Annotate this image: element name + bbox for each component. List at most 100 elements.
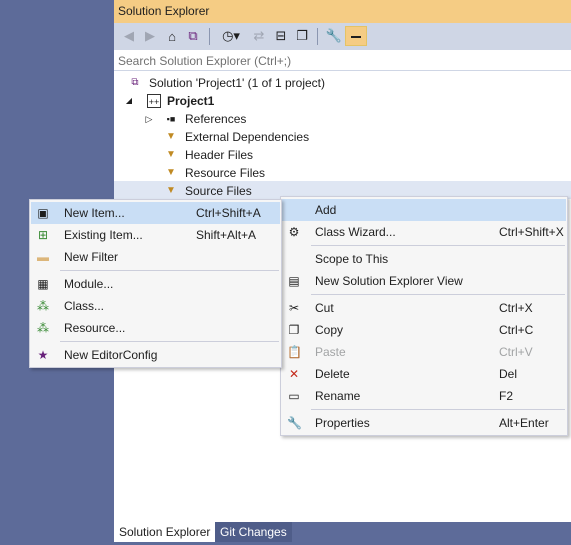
tree-item-label: Header Files bbox=[185, 148, 254, 162]
references-icon: ▪■ bbox=[166, 114, 176, 124]
menu-item-label: New Item... bbox=[64, 206, 125, 220]
menu-separator bbox=[311, 245, 565, 246]
tree-item-label: Source Files bbox=[185, 184, 252, 198]
context-menu: Add ⚙ Class Wizard... Ctrl+Shift+X Scope… bbox=[280, 196, 568, 436]
menu-item-add[interactable]: Add bbox=[282, 199, 566, 221]
menu-item-shortcut: Ctrl+C bbox=[499, 323, 534, 337]
menu-item-label: Existing Item... bbox=[64, 228, 143, 242]
menu-item-label: Copy bbox=[315, 323, 344, 337]
menu-item-class[interactable]: ⁂ Class... bbox=[31, 295, 280, 317]
menu-item-label: Rename bbox=[315, 389, 361, 403]
expanded-arrow-icon[interactable]: ◢ bbox=[122, 94, 136, 108]
menu-separator bbox=[60, 341, 279, 342]
editorconfig-icon: ★ bbox=[37, 348, 49, 362]
menu-item-label: New Filter bbox=[64, 250, 119, 264]
pending-changes-icon[interactable]: ◷▾ bbox=[217, 27, 245, 45]
tree-item-label: References bbox=[185, 112, 247, 126]
menu-item-rename[interactable]: ▭ Rename F2 bbox=[282, 385, 566, 407]
menu-separator bbox=[60, 270, 279, 271]
menu-item-label: Add bbox=[315, 203, 337, 217]
menu-item-shortcut: Ctrl+V bbox=[499, 345, 533, 359]
menu-item-label: New Solution Explorer View bbox=[315, 274, 463, 288]
menu-item-shortcut: Del bbox=[499, 367, 518, 381]
toolbar: ◀ ▶ ⌂ ⧉ ◷▾ ⇄ ⊟ ❐ 🔧 bbox=[114, 23, 571, 50]
preview-selected-icon[interactable] bbox=[345, 26, 367, 46]
menu-item-class-wizard[interactable]: ⚙ Class Wizard... Ctrl+Shift+X bbox=[282, 221, 566, 243]
menu-item-label: Resource... bbox=[64, 321, 126, 335]
copy-icon: ❐ bbox=[288, 323, 300, 337]
menu-item-new-solution-explorer-view[interactable]: ▤ New Solution Explorer View bbox=[282, 270, 566, 292]
tree-solution-label: Solution 'Project1' (1 of 1 project) bbox=[149, 76, 326, 90]
properties-wrench-icon[interactable]: 🔧 bbox=[325, 27, 343, 45]
switch-views-icon[interactable]: ⧉ bbox=[184, 27, 202, 45]
menu-item-shortcut: Ctrl+Shift+X bbox=[499, 225, 564, 239]
class-wizard-icon: ⚙ bbox=[288, 225, 300, 239]
menu-item-properties[interactable]: 🔧 Properties Alt+Enter bbox=[282, 412, 566, 434]
module-icon: ▦ bbox=[37, 277, 49, 291]
panel-title-bar: Solution Explorer bbox=[114, 0, 571, 23]
filter-folder-icon: ▼ bbox=[166, 149, 176, 160]
tree-item-label: Resource Files bbox=[185, 166, 266, 180]
tree-item-label: External Dependencies bbox=[185, 130, 310, 144]
tab-solution-explorer[interactable]: Solution Explorer bbox=[114, 522, 216, 542]
menu-separator bbox=[311, 409, 565, 410]
existing-item-icon: ⊞ bbox=[37, 228, 49, 242]
menu-item-shortcut: F2 bbox=[499, 389, 514, 403]
scissors-icon: ✂ bbox=[288, 301, 300, 315]
menu-item-label: Properties bbox=[315, 416, 370, 430]
resource-icon: ⁂ bbox=[37, 321, 49, 335]
collapse-all-icon[interactable]: ⊟ bbox=[272, 27, 290, 45]
menu-item-label: Class... bbox=[64, 299, 105, 313]
menu-item-label: New EditorConfig bbox=[64, 348, 158, 362]
menu-item-label: Module... bbox=[64, 277, 114, 291]
search-placeholder: Search Solution Explorer (Ctrl+;) bbox=[118, 54, 292, 68]
toolbar-separator bbox=[317, 28, 318, 45]
menu-item-cut[interactable]: ✂ Cut Ctrl+X bbox=[282, 297, 566, 319]
menu-item-module[interactable]: ▦ Module... bbox=[31, 273, 280, 295]
new-item-icon: ▣ bbox=[37, 206, 49, 220]
wrench-icon: 🔧 bbox=[287, 416, 302, 430]
menu-item-new-filter[interactable]: ▬ New Filter bbox=[31, 246, 280, 268]
filter-folder-icon: ▼ bbox=[166, 185, 176, 196]
menu-item-shortcut: Shift+Alt+A bbox=[196, 228, 257, 242]
delete-x-icon: ✕ bbox=[288, 367, 300, 381]
forward-icon[interactable]: ▶ bbox=[141, 27, 159, 45]
menu-item-shortcut: Ctrl+Shift+A bbox=[196, 206, 261, 220]
menu-item-shortcut: Ctrl+X bbox=[499, 301, 533, 315]
tree-project-label: Project1 bbox=[167, 94, 215, 108]
menu-item-scope-to-this[interactable]: Scope to This bbox=[282, 248, 566, 270]
back-icon[interactable]: ◀ bbox=[120, 27, 138, 45]
menu-item-new-editorconfig[interactable]: ★ New EditorConfig bbox=[31, 344, 280, 366]
toolbar-separator bbox=[209, 28, 210, 45]
collapsed-arrow-icon[interactable]: ▷ bbox=[142, 112, 156, 126]
new-view-icon: ▤ bbox=[288, 274, 300, 288]
menu-item-label: Scope to This bbox=[315, 252, 389, 266]
menu-item-shortcut: Alt+Enter bbox=[499, 416, 549, 430]
new-filter-folder-icon: ▬ bbox=[37, 250, 49, 264]
sync-icon[interactable]: ⇄ bbox=[250, 27, 268, 45]
class-icon: ⁂ bbox=[37, 299, 49, 313]
show-all-files-icon[interactable]: ❐ bbox=[293, 27, 311, 45]
home-icon[interactable]: ⌂ bbox=[163, 27, 181, 45]
bottom-tab-strip: Solution Explorer Git Changes bbox=[114, 522, 571, 545]
menu-item-delete[interactable]: ✕ Delete Del bbox=[282, 363, 566, 385]
rename-icon: ▭ bbox=[288, 389, 300, 403]
paste-icon: 📋 bbox=[287, 345, 302, 359]
menu-item-new-item[interactable]: ▣ New Item... Ctrl+Shift+A bbox=[31, 202, 280, 224]
tab-git-changes[interactable]: Git Changes bbox=[215, 522, 292, 542]
menu-item-existing-item[interactable]: ⊞ Existing Item... Shift+Alt+A bbox=[31, 224, 280, 246]
menu-item-paste[interactable]: 📋 Paste Ctrl+V bbox=[282, 341, 566, 363]
add-submenu: ▣ New Item... Ctrl+Shift+A ⊞ Existing It… bbox=[29, 199, 282, 368]
menu-item-label: Cut bbox=[315, 301, 334, 315]
menu-item-label: Delete bbox=[315, 367, 350, 381]
menu-item-copy[interactable]: ❐ Copy Ctrl+C bbox=[282, 319, 566, 341]
menu-item-resource[interactable]: ⁂ Resource... bbox=[31, 317, 280, 339]
filter-folder-icon: ▼ bbox=[166, 131, 176, 142]
menu-item-label: Class Wizard... bbox=[315, 225, 396, 239]
menu-separator bbox=[311, 294, 565, 295]
cpp-project-icon: ++ bbox=[147, 94, 161, 108]
menu-item-label: Paste bbox=[315, 345, 346, 359]
solution-icon: ⧉ bbox=[131, 77, 139, 88]
panel-title: Solution Explorer bbox=[118, 4, 210, 18]
search-input[interactable]: Search Solution Explorer (Ctrl+;) bbox=[114, 50, 571, 71]
